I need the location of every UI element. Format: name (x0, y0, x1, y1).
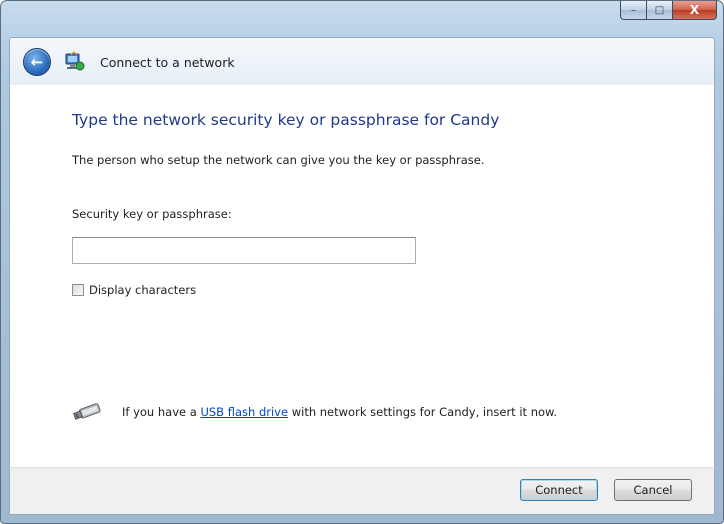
network-icon (62, 50, 86, 74)
window-controls: – □ X (620, 1, 717, 21)
minimize-button[interactable]: – (620, 1, 647, 20)
content-area: Type the network security key or passphr… (9, 85, 715, 467)
dialog-window: – □ X ← Connect to a network Type the ne… (0, 0, 724, 524)
instruction-text: The person who setup the network can giv… (72, 153, 485, 167)
usb-flash-drive-link[interactable]: USB flash drive (200, 405, 288, 419)
usb-hint-suffix: with network settings for Candy, insert … (288, 405, 558, 419)
button-bar: Connect Cancel (9, 467, 715, 515)
cancel-button[interactable]: Cancel (614, 479, 692, 501)
close-button[interactable]: X (673, 1, 717, 20)
usb-hint-text: If you have a USB flash drive with netwo… (122, 405, 557, 419)
back-arrow-icon: ← (30, 52, 44, 71)
display-characters-row[interactable]: Display characters (72, 283, 196, 297)
display-characters-label[interactable]: Display characters (89, 283, 196, 297)
connect-button[interactable]: Connect (520, 479, 598, 501)
security-key-label: Security key or passphrase: (72, 207, 232, 221)
usb-hint-prefix: If you have a (122, 405, 201, 419)
back-button[interactable]: ← (23, 48, 51, 76)
security-key-input[interactable] (72, 237, 416, 264)
maximize-button[interactable]: □ (647, 1, 673, 20)
maximize-icon: □ (654, 4, 665, 16)
minimize-icon: – (631, 4, 636, 16)
usb-drive-icon (73, 403, 101, 420)
navigation-bar: ← Connect to a network (9, 37, 715, 86)
close-icon: X (689, 3, 700, 17)
page-title: Connect to a network (100, 54, 235, 70)
usb-hint: If you have a USB flash drive with netwo… (72, 401, 557, 423)
main-heading: Type the network security key or passphr… (72, 111, 500, 129)
title-bar[interactable]: – □ X (1, 1, 723, 37)
display-characters-checkbox[interactable] (72, 284, 84, 296)
